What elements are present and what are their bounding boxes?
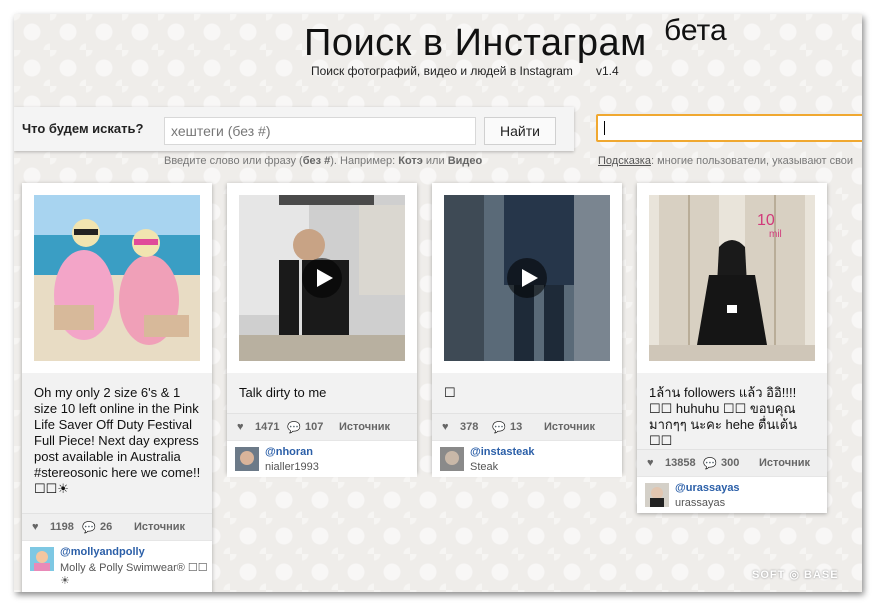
hint-input-field[interactable] bbox=[596, 114, 862, 142]
author-handle[interactable]: @instasteak bbox=[470, 446, 535, 458]
post-stats: ♥ 13858 💬 300 Источник bbox=[637, 449, 827, 476]
avatar[interactable] bbox=[30, 547, 54, 571]
post-card: Oh my only 2 size 6's & 1 size 10 left o… bbox=[22, 183, 212, 592]
post-caption: 1ล้าน followers แล้ว อิอิ!!!! ☐☐ huhuhu … bbox=[637, 373, 827, 449]
heart-icon: ♥ bbox=[647, 457, 654, 469]
hint-text: ). Например: bbox=[330, 155, 399, 167]
post-card: 10 mil 1ล้าน followers แล้ว อิอิ!!!! ☐☐ … bbox=[637, 183, 827, 513]
author-handle[interactable]: @mollyandpolly bbox=[60, 546, 145, 558]
post-card: Talk dirty to me ♥ 1471 💬 107 Источник @… bbox=[227, 183, 417, 477]
version-label: v1.4 bbox=[596, 64, 619, 78]
likes-count: 1198 bbox=[50, 521, 74, 533]
author-name: urassayas bbox=[675, 497, 726, 509]
search-button[interactable]: Найти bbox=[484, 117, 556, 145]
post-video-thumbnail[interactable] bbox=[444, 195, 610, 361]
comments-count: 13 bbox=[510, 421, 523, 433]
comments-count: 107 bbox=[305, 421, 324, 433]
likes-count: 1471 bbox=[255, 421, 280, 433]
search-label: Что будем искать? bbox=[22, 121, 144, 136]
search-hint: Введите слово или фразу (без #). Наприме… bbox=[164, 155, 482, 167]
svg-text:10: 10 bbox=[757, 212, 775, 229]
text-caret bbox=[604, 121, 605, 135]
page-subtitle: Поиск фотографий, видео и людей в Instag… bbox=[311, 64, 573, 78]
post-author[interactable]: @instasteak Steak bbox=[432, 440, 622, 477]
beta-label: бета bbox=[664, 14, 727, 47]
tip-text: Подсказка: многие пользователи, указываю… bbox=[598, 155, 853, 167]
comments-count: 26 bbox=[100, 521, 113, 533]
author-name: Molly & Polly Swimwear® ☐☐☀ bbox=[60, 562, 208, 587]
post-caption: Talk dirty to me bbox=[227, 373, 417, 415]
comment-icon: 💬 bbox=[287, 422, 301, 434]
author-handle[interactable]: @urassayas bbox=[675, 482, 740, 494]
comment-icon: 💬 bbox=[703, 458, 717, 470]
avatar[interactable] bbox=[645, 483, 669, 507]
hint-text: Введите слово или фразу ( bbox=[164, 155, 303, 167]
heart-icon: ♥ bbox=[32, 521, 39, 533]
post-author[interactable]: @nhoran nialler1993 bbox=[227, 440, 417, 477]
likes-count: 378 bbox=[460, 421, 479, 433]
avatar[interactable] bbox=[440, 447, 464, 471]
source-link[interactable]: Источник bbox=[759, 457, 810, 469]
hint-bold: без # bbox=[302, 155, 331, 167]
hint-example-2: Видео bbox=[447, 155, 483, 167]
author-handle[interactable]: @nhoran bbox=[265, 446, 313, 458]
search-input[interactable] bbox=[164, 117, 476, 145]
post-author[interactable]: @mollyandpolly Molly & Polly Swimwear® ☐… bbox=[22, 540, 212, 591]
post-stats: ♥ 1198 💬 26 Источник bbox=[22, 513, 212, 540]
author-name: nialler1993 bbox=[265, 461, 319, 473]
source-link[interactable]: Источник bbox=[134, 521, 185, 533]
heart-icon: ♥ bbox=[442, 421, 449, 433]
svg-text:mil: mil bbox=[769, 229, 782, 240]
search-bar: Что будем искать? Найти bbox=[14, 107, 574, 151]
author-name: Steak bbox=[470, 461, 499, 473]
watermark: SOFT ◎ BASE bbox=[752, 569, 839, 581]
post-caption: ☐ bbox=[432, 373, 622, 415]
post-stats: ♥ 378 💬 13 Источник bbox=[432, 413, 622, 440]
comment-icon: 💬 bbox=[82, 522, 96, 534]
hint-example-1: Котэ bbox=[398, 155, 423, 167]
source-link[interactable]: Источник bbox=[544, 421, 595, 433]
page-frame: Поиск в Инстаграм бета Поиск фотографий,… bbox=[14, 14, 862, 592]
hint-text: или bbox=[422, 155, 448, 167]
post-author[interactable]: @urassayas urassayas bbox=[637, 476, 827, 513]
tip-body: : многие пользователи, указывают свои bbox=[650, 155, 854, 167]
page-title: Поиск в Инстаграм bbox=[304, 22, 647, 64]
post-photo[interactable] bbox=[34, 195, 200, 361]
post-card: ☐ ♥ 378 💬 13 Источник @instasteak Steak bbox=[432, 183, 622, 477]
play-icon[interactable] bbox=[507, 258, 547, 298]
post-stats: ♥ 1471 💬 107 Источник bbox=[227, 413, 417, 440]
post-video-thumbnail[interactable] bbox=[239, 195, 405, 361]
post-caption: Oh my only 2 size 6's & 1 size 10 left o… bbox=[22, 373, 212, 513]
play-icon[interactable] bbox=[302, 258, 342, 298]
comments-count: 300 bbox=[721, 457, 740, 469]
tip-link[interactable]: Подсказка bbox=[598, 155, 651, 167]
avatar[interactable] bbox=[235, 447, 259, 471]
post-photo[interactable]: 10 mil bbox=[649, 195, 815, 361]
source-link[interactable]: Источник bbox=[339, 421, 390, 433]
likes-count: 13858 bbox=[665, 457, 696, 469]
heart-icon: ♥ bbox=[237, 421, 244, 433]
comment-icon: 💬 bbox=[492, 422, 506, 434]
